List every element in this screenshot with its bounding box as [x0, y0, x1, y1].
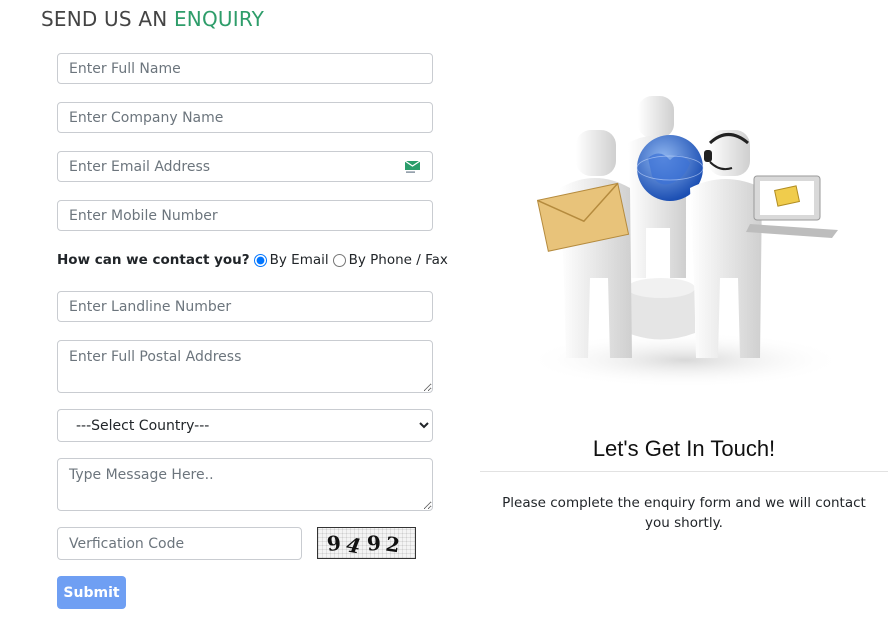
contact-question: How can we contact you? [57, 252, 250, 268]
touch-title: Let's Get In Touch! [592, 436, 776, 461]
contact-phone-radio[interactable] [332, 253, 346, 267]
mobile-input[interactable] [57, 200, 433, 231]
email-icon [404, 160, 421, 173]
message-textarea[interactable] [57, 458, 433, 511]
touch-text: Please complete the enquiry form and we … [502, 495, 866, 531]
landline-input[interactable] [57, 291, 433, 322]
contact-email-radio[interactable] [253, 253, 267, 267]
submit-button[interactable]: Submit [57, 576, 126, 609]
contact-phone-label: By Phone / Fax [348, 252, 448, 268]
captcha-digit: 4 [344, 532, 368, 560]
contact-email-label: By Email [269, 252, 329, 268]
title-prefix: SEND US AN [41, 7, 174, 31]
company-name-input[interactable] [57, 102, 433, 133]
divider [480, 471, 888, 472]
captcha-digit: 2 [384, 531, 408, 559]
contact-illustration [525, 96, 845, 388]
postal-address-textarea[interactable] [57, 340, 433, 393]
full-name-input[interactable] [57, 53, 433, 84]
page-title: SEND US AN ENQUIRY [41, 7, 264, 31]
verification-code-input[interactable] [57, 527, 302, 560]
contact-preference: How can we contact you? By Email By Phon… [57, 252, 452, 268]
email-input[interactable] [57, 151, 433, 182]
country-select[interactable]: ---Select Country--- [57, 409, 433, 442]
title-accent: ENQUIRY [173, 7, 265, 31]
captcha-image: 9 4 9 2 [317, 527, 416, 560]
